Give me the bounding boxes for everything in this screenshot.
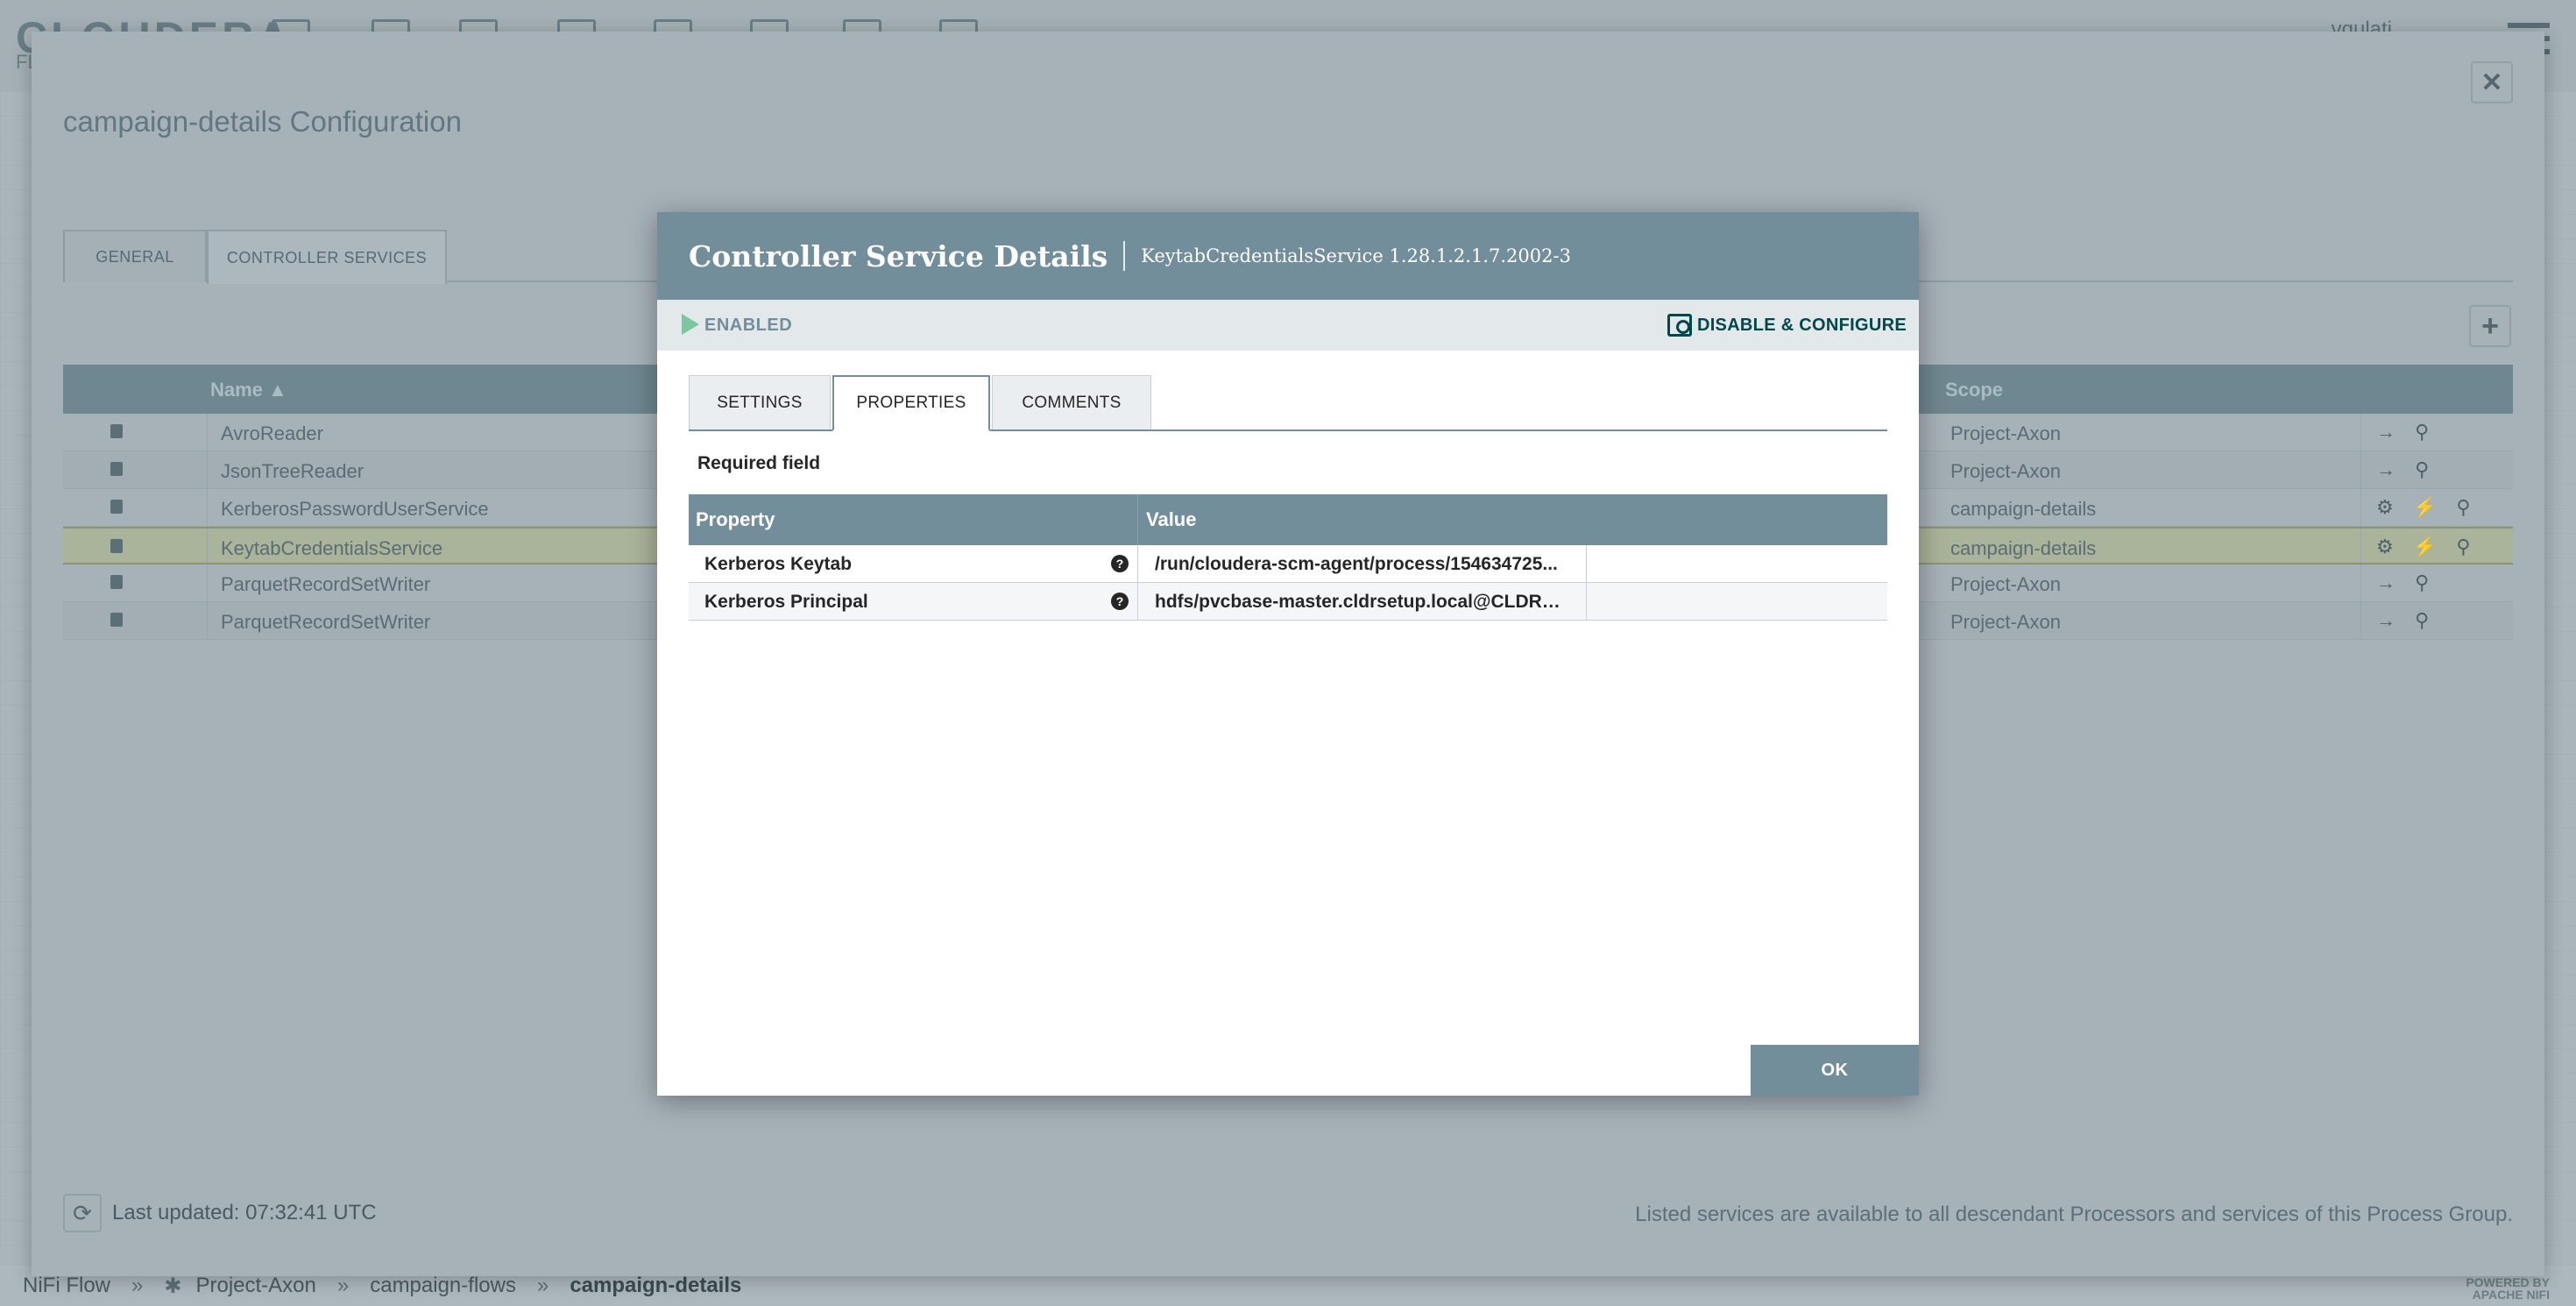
table-header: Property Value [689, 494, 1887, 545]
tab-properties[interactable]: PROPERTIES [832, 375, 990, 431]
services-availability-note: Listed services are available to all des… [1635, 1203, 2513, 1226]
row-actions[interactable]: → ⚲ [2376, 609, 2436, 632]
close-icon[interactable]: ✕ [2471, 61, 2513, 103]
table-row[interactable]: Kerberos Principal ? hdfs/pvcbase-master… [689, 583, 1887, 621]
property-name: Kerberos Principal [704, 592, 868, 612]
service-doc-icon[interactable] [110, 500, 123, 514]
column-property-header: Property [696, 508, 775, 530]
refresh-icon[interactable]: ⟳ [63, 1194, 102, 1232]
tab-general[interactable]: GENERAL [63, 230, 207, 282]
apache-nifi-logo: POWERED BY APACHE NIFI [2466, 1275, 2550, 1302]
service-scope: Project-Axon [1950, 422, 2061, 444]
property-value[interactable]: /run/cloudera-scm-agent/process/15463472… [1155, 554, 1570, 575]
ok-button[interactable]: OK [1751, 1045, 1919, 1096]
column-name-header[interactable]: Name ▲ [210, 379, 287, 401]
breadcrumb-item-current[interactable]: campaign-details [570, 1274, 741, 1298]
row-actions[interactable]: → ⚲ [2376, 458, 2436, 481]
process-group-icon: ✱ [164, 1274, 182, 1298]
disable-configure-button[interactable]: DISABLE & CONFIGURE [1667, 310, 1907, 340]
service-doc-icon[interactable] [110, 462, 123, 476]
row-actions[interactable]: → ⚲ [2376, 421, 2436, 444]
property-name: Kerberos Keytab [704, 554, 853, 574]
status-label: ENABLED [704, 316, 793, 335]
service-name: ParquetRecordSetWriter [221, 573, 431, 595]
dialog-header: Controller Service Details KeytabCredent… [657, 212, 1919, 300]
title-divider [1123, 241, 1126, 271]
service-scope: Project-Axon [1950, 460, 2061, 482]
tab-controller-services[interactable]: CONTROLLER SERVICES [207, 230, 447, 284]
dialog-title: campaign-details Configuration [63, 105, 462, 138]
enabled-play-icon [682, 314, 699, 335]
service-scope: campaign-details [1950, 537, 2097, 559]
help-icon[interactable]: ? [1111, 593, 1129, 610]
tab-settings[interactable]: SETTINGS [689, 375, 831, 429]
breadcrumb-item-project[interactable]: Project-Axon [195, 1274, 315, 1298]
service-name: KerberosPasswordUserService [221, 498, 489, 520]
breadcrumb-separator: » [131, 1274, 144, 1297]
column-scope-header[interactable]: Scope [1945, 379, 2003, 401]
service-scope: campaign-details [1950, 498, 2097, 520]
row-actions[interactable]: ⚙ ⚡ ⚲ [2376, 536, 2477, 558]
refresh-area: ⟳ Last updated: 07:32:41 UTC [63, 1194, 377, 1232]
service-name: JsonTreeReader [221, 460, 364, 482]
help-icon[interactable]: ? [1111, 555, 1129, 572]
column-value-header: Value [1146, 508, 1197, 530]
disable-configure-icon [1667, 314, 1692, 337]
service-name: KeytabCredentialsService [221, 537, 443, 559]
controller-service-details-dialog: Controller Service Details KeytabCredent… [657, 212, 1919, 1096]
service-scope: Project-Axon [1950, 611, 2061, 633]
required-field-label: Required field [697, 453, 821, 473]
dialog-title: Controller Service Details [689, 238, 1108, 273]
service-name: ParquetRecordSetWriter [221, 611, 431, 633]
disable-configure-label: DISABLE & CONFIGURE [1696, 315, 1907, 335]
details-tab-bar: SETTINGS PROPERTIES COMMENTS [689, 375, 1887, 431]
row-actions[interactable]: → ⚲ [2376, 571, 2436, 594]
table-row[interactable]: Kerberos Keytab ? /run/cloudera-scm-agen… [689, 545, 1887, 583]
breadcrumb-separator: » [336, 1274, 350, 1297]
tab-comments[interactable]: COMMENTS [992, 375, 1151, 429]
service-scope: Project-Axon [1950, 573, 2061, 595]
breadcrumb-separator: » [536, 1274, 549, 1297]
breadcrumb-item-root[interactable]: NiFi Flow [23, 1274, 110, 1298]
properties-table: Property Value Kerberos Keytab ? /run/cl… [689, 494, 1887, 621]
property-value[interactable]: hdfs/pvcbase-master.cldrsetup.local@CLDR… [1155, 592, 1570, 613]
last-updated-label: Last updated: 07:32:41 UTC [112, 1201, 377, 1224]
breadcrumb-item-flows[interactable]: campaign-flows [370, 1274, 516, 1298]
status-bar: ENABLED DISABLE & CONFIGURE [657, 300, 1919, 351]
add-controller-service-button[interactable]: + [2469, 305, 2511, 347]
service-doc-icon[interactable] [110, 539, 123, 553]
service-doc-icon[interactable] [110, 424, 123, 438]
dialog-subtitle: KeytabCredentialsService 1.28.1.2.1.7.20… [1141, 245, 1571, 266]
service-name: AvroReader [221, 422, 323, 444]
service-doc-icon[interactable] [110, 613, 123, 627]
row-actions[interactable]: ⚙ ⚡ ⚲ [2376, 496, 2477, 519]
service-doc-icon[interactable] [110, 575, 123, 589]
